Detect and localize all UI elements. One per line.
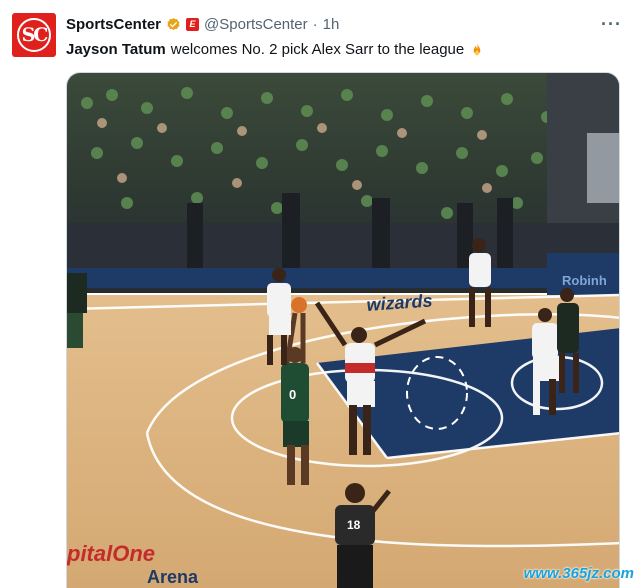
basketball xyxy=(291,297,307,313)
espn-affiliate-icon[interactable]: E xyxy=(186,17,200,31)
more-options-icon[interactable]: ··· xyxy=(601,14,622,35)
timestamp[interactable]: 1h xyxy=(323,16,340,33)
watermark: www.365jz.com xyxy=(523,565,634,582)
arena-name-line1: pitalOne xyxy=(67,541,155,566)
referee-number: 18 xyxy=(347,518,361,532)
verified-badge-icon xyxy=(167,17,180,30)
tweet-text-body: welcomes No. 2 pick Alex Sarr to the lea… xyxy=(170,41,465,58)
basketball-game-frame: Robinh wizards pitalOne Arena 0 18 xyxy=(67,73,619,588)
user-handle[interactable]: @SportsCenter xyxy=(204,16,308,33)
arena-name-line2: Arena xyxy=(147,567,199,587)
separator-dot: · xyxy=(312,15,318,33)
sportscenter-logo: SC xyxy=(17,18,51,52)
fire-emoji-icon xyxy=(473,43,481,56)
tweet-header: SportsCenter E @SportsCenter · 1h xyxy=(66,14,339,34)
display-name[interactable]: SportsCenter xyxy=(66,16,161,33)
tweet-media-video[interactable]: Robinh wizards pitalOne Arena 0 18 xyxy=(66,72,620,588)
tatum-jersey-number: 0 xyxy=(289,387,296,402)
tweet-text-name: Jayson Tatum xyxy=(66,41,166,58)
avatar[interactable]: SC xyxy=(12,13,56,57)
tweet-text: Jayson Tatum welcomes No. 2 pick Alex Sa… xyxy=(66,40,485,60)
baseline-ad-text: Robinh xyxy=(562,273,607,288)
tweet[interactable]: SC SportsCenter E @SportsCenter · 1h ···… xyxy=(0,0,640,588)
